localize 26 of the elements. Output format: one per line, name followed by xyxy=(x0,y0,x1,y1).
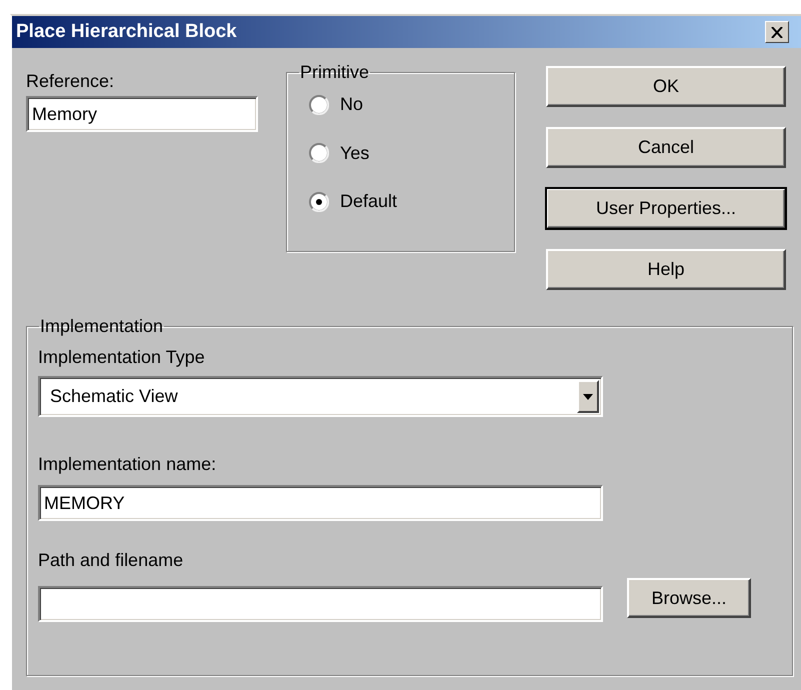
field-label: Implementation Type xyxy=(38,346,206,368)
radio-button[interactable] xyxy=(309,94,329,114)
dialog-button[interactable]: User Properties... xyxy=(546,188,786,229)
field-label: Path and filename xyxy=(38,549,184,571)
dialog-button[interactable]: Cancel xyxy=(546,127,786,168)
dropdown-field[interactable]: Schematic View xyxy=(38,376,603,417)
radio-button[interactable] xyxy=(309,143,329,163)
radio-option[interactable]: Yes xyxy=(309,142,370,164)
dropdown-button[interactable] xyxy=(577,380,599,413)
dialog-button[interactable]: Help xyxy=(546,249,786,290)
radio-option[interactable]: Default xyxy=(309,191,398,212)
caret-icon xyxy=(583,394,593,400)
radio-button[interactable] xyxy=(309,192,329,212)
browse-button[interactable]: Browse... xyxy=(627,578,751,618)
group-title: Primitive xyxy=(299,62,370,82)
group-title: Implementation xyxy=(39,316,164,336)
path-field[interactable] xyxy=(38,586,603,622)
field-label: Implementation name: xyxy=(38,453,218,475)
dialog-button[interactable]: OK xyxy=(546,66,786,107)
close-icon xyxy=(771,26,783,38)
close-button[interactable] xyxy=(765,21,789,43)
window-title: Place Hierarchical Block xyxy=(16,21,237,43)
name-field[interactable]: MEMORY xyxy=(38,485,603,521)
field-label: Reference: xyxy=(26,70,116,92)
radio-option[interactable]: No xyxy=(309,94,364,115)
reference-field[interactable]: Memory xyxy=(26,96,258,132)
